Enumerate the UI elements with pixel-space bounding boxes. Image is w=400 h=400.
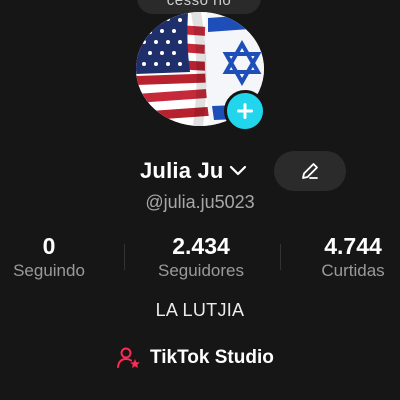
likes-label: Curtidas xyxy=(321,261,385,280)
following-count: 0 xyxy=(42,233,56,259)
tiktok-studio-label: TikTok Studio xyxy=(150,347,274,368)
profile-handle: @julia.ju5023 xyxy=(145,192,255,212)
stats-divider xyxy=(280,244,281,270)
top-accessory-label: cesso rio xyxy=(166,0,232,9)
add-story-button[interactable] xyxy=(224,90,266,132)
profile-screen: cesso rio Julia Ju @julia.ju5023 0 Segui… xyxy=(0,0,400,400)
likes-stat[interactable]: 4.744 Curtidas xyxy=(306,230,400,282)
user-star-icon xyxy=(117,347,140,368)
followers-stat[interactable]: 2.434 Seguidores xyxy=(142,230,260,282)
tiktok-studio-link[interactable]: TikTok Studio xyxy=(116,344,274,372)
chevron-down-icon xyxy=(229,165,246,176)
profile-stats: 0 Seguindo 2.434 Seguidores 4.744 Curtid… xyxy=(0,230,400,290)
followers-label: Seguidores xyxy=(157,261,244,280)
following-stat[interactable]: 0 Seguindo xyxy=(0,230,98,282)
stats-divider xyxy=(124,244,125,270)
profile-bio: LA LUTJIA xyxy=(155,300,245,320)
edit-profile-button[interactable] xyxy=(274,151,346,191)
likes-count: 4.744 xyxy=(324,233,382,259)
following-label: Seguindo xyxy=(13,261,85,280)
followers-count: 2.434 xyxy=(172,233,230,259)
account-switcher[interactable]: Julia Ju xyxy=(140,156,248,186)
plus-icon xyxy=(237,103,253,119)
pencil-icon xyxy=(302,163,318,179)
avatar-container xyxy=(136,12,266,132)
profile-name: Julia Ju xyxy=(140,158,224,183)
